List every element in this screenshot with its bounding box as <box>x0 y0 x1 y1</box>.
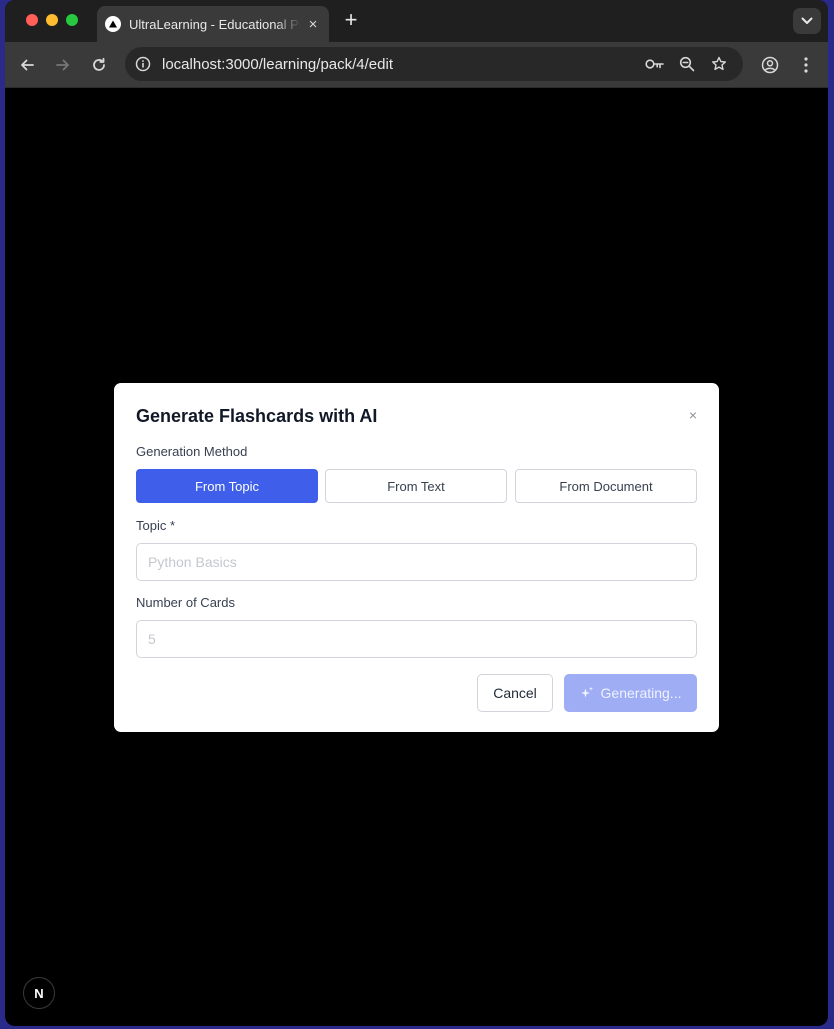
sparkles-icon <box>580 686 593 698</box>
chevron-down-icon <box>801 17 813 24</box>
site-info-icon[interactable] <box>133 54 153 74</box>
from-text-button[interactable]: From Text <box>325 469 507 503</box>
nextjs-favicon-icon <box>105 16 121 32</box>
nextjs-logo-icon: N <box>34 985 44 1001</box>
close-window-button[interactable] <box>26 14 38 26</box>
tab-strip: UltraLearning - Educational Platform × + <box>5 0 828 42</box>
number-of-cards-label: Number of Cards <box>136 595 235 610</box>
generate-button[interactable]: Generating... <box>564 674 697 712</box>
arrow-right-icon <box>56 59 69 71</box>
reload-icon <box>93 57 105 71</box>
dialog-title: Generate Flashcards with AI <box>136 406 378 426</box>
close-icon[interactable]: × <box>687 407 699 423</box>
profile-icon <box>761 56 779 74</box>
forward-button[interactable] <box>48 50 78 80</box>
browser-toolbar: localhost:3000/learning/pack/4/edit <box>5 42 828 87</box>
tab-title: UltraLearning - Educational Platform <box>129 16 301 32</box>
bookmark-star-icon[interactable] <box>708 54 730 74</box>
number-of-cards-input[interactable] <box>137 621 696 657</box>
address-bar[interactable]: localhost:3000/learning/pack/4/edit <box>125 47 743 81</box>
browser-window: UltraLearning - Educational Platform × + <box>5 0 828 1026</box>
tab-close-icon[interactable]: × <box>305 16 321 33</box>
cancel-button[interactable]: Cancel <box>477 674 553 712</box>
minimize-window-button[interactable] <box>46 14 58 26</box>
generate-button-label: Generating... <box>600 685 682 701</box>
zoom-icon[interactable] <box>676 54 698 74</box>
topic-input[interactable] <box>137 544 696 580</box>
active-tab[interactable]: UltraLearning - Educational Platform × <box>97 6 329 42</box>
reload-button[interactable] <box>84 50 114 80</box>
toolbar-divider <box>5 87 828 88</box>
generation-method-label: Generation Method <box>136 444 248 459</box>
nextjs-dev-badge[interactable]: N <box>23 977 55 1009</box>
from-document-button[interactable]: From Document <box>515 469 697 503</box>
from-topic-button[interactable]: From Topic <box>136 469 318 503</box>
back-button[interactable] <box>12 50 42 80</box>
profile-button[interactable] <box>755 50 785 80</box>
arrow-left-icon <box>21 59 34 71</box>
password-key-icon[interactable] <box>644 54 666 74</box>
generate-flashcards-dialog: Generate Flashcards with AI × Generation… <box>114 383 719 732</box>
topic-field-wrapper <box>136 543 697 581</box>
new-tab-button[interactable]: + <box>339 9 363 33</box>
browser-menu-button[interactable] <box>791 50 821 80</box>
more-vertical-icon <box>804 57 808 73</box>
topic-label: Topic * <box>136 518 176 533</box>
tab-search-button[interactable] <box>793 8 821 34</box>
number-of-cards-field-wrapper <box>136 620 697 658</box>
url-text[interactable]: localhost:3000/learning/pack/4/edit <box>162 56 393 73</box>
maximize-window-button[interactable] <box>66 14 78 26</box>
